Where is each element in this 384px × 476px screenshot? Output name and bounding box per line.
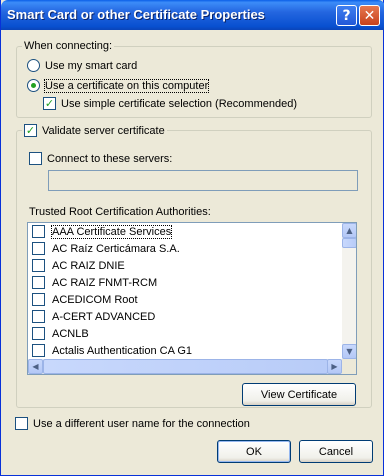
validate-option[interactable]: ✓ Validate server certificate	[22, 124, 167, 137]
ok-label: OK	[246, 445, 262, 458]
list-item-checkbox[interactable]	[32, 276, 45, 289]
vertical-scroll-thumb[interactable]	[342, 238, 356, 248]
validate-label: Validate server certificate	[42, 124, 165, 137]
use-smart-card-option[interactable]: Use my smart card	[27, 59, 137, 72]
list-item-checkbox[interactable]	[32, 327, 45, 340]
trusted-root-list[interactable]: AAA Certificate Services AC Raíz Certicám…	[27, 222, 357, 375]
list-item[interactable]: ACNLB	[28, 325, 342, 342]
different-user-checkbox[interactable]	[15, 417, 28, 430]
list-item-checkbox[interactable]	[32, 310, 45, 323]
scroll-right-button[interactable]: ▶	[327, 359, 342, 374]
list-item-checkbox[interactable]	[32, 225, 45, 238]
list-item-checkbox[interactable]	[32, 259, 45, 272]
list-item[interactable]: Actalis Authentication CA G1	[28, 342, 342, 359]
use-certificate-option[interactable]: Use a certificate on this computer	[27, 78, 210, 93]
use-certificate-label: Use a certificate on this computer	[43, 78, 210, 93]
list-item-label: AC RAIZ FNMT-RCM	[52, 276, 158, 289]
list-item-checkbox[interactable]	[32, 344, 45, 357]
horizontal-scrollbar[interactable]: ◀ ▶	[28, 359, 342, 374]
connect-servers-checkbox[interactable]	[29, 152, 42, 165]
trusted-root-label: Trusted Root Certification Authorities:	[29, 206, 211, 218]
help-button[interactable]: ?	[336, 5, 357, 26]
servers-input[interactable]	[48, 170, 358, 191]
cancel-label: Cancel	[318, 445, 354, 458]
help-icon: ?	[342, 7, 351, 24]
different-user-option[interactable]: Use a different user name for the connec…	[15, 417, 250, 430]
view-certificate-label: View Certificate	[260, 388, 338, 401]
use-certificate-radio[interactable]	[27, 79, 40, 92]
list-item-label: Actalis Authentication CA G1	[52, 344, 193, 357]
connect-servers-option[interactable]: Connect to these servers:	[29, 152, 172, 165]
list-item-label: AC RAIZ DNIE	[52, 259, 125, 272]
connect-servers-label: Connect to these servers:	[47, 152, 173, 165]
list-item[interactable]: AC Raíz Certicámara S.A.	[28, 240, 342, 257]
ok-button[interactable]: OK	[217, 440, 291, 463]
close-button[interactable]: ✕	[359, 5, 380, 26]
use-smart-card-label: Use my smart card	[45, 59, 138, 72]
vertical-scrollbar[interactable]: ▲ ▼	[342, 223, 356, 359]
list-item[interactable]: AAA Certificate Services	[28, 223, 342, 240]
cancel-button[interactable]: Cancel	[299, 440, 373, 463]
list-item-label: ACEDICOM Root	[52, 293, 138, 306]
list-item[interactable]: AC RAIZ FNMT-RCM	[28, 274, 342, 291]
horizontal-scroll-thumb[interactable]	[43, 359, 328, 374]
list-item[interactable]: AC RAIZ DNIE	[28, 257, 342, 274]
validate-checkbox[interactable]: ✓	[24, 124, 37, 137]
list-item-label: ACNLB	[52, 327, 89, 340]
scrollbar-corner	[342, 359, 356, 374]
dialog-window: Smart Card or other Certificate Properti…	[0, 0, 384, 476]
list-item-label: AC Raíz Certicámara S.A.	[52, 242, 180, 255]
trusted-root-items: AAA Certificate Services AC Raíz Certicám…	[28, 223, 342, 359]
list-item[interactable]: A-CERT ADVANCED	[28, 308, 342, 325]
close-icon: ✕	[363, 7, 376, 24]
simple-selection-checkbox[interactable]: ✓	[43, 97, 56, 110]
view-certificate-button[interactable]: View Certificate	[242, 383, 356, 406]
use-smart-card-radio[interactable]	[27, 59, 40, 72]
scroll-left-button[interactable]: ◀	[28, 359, 43, 374]
window-title: Smart Card or other Certificate Properti…	[7, 7, 265, 22]
list-item-label: A-CERT ADVANCED	[52, 310, 156, 323]
scroll-down-button[interactable]: ▼	[342, 344, 356, 359]
list-item-label: AAA Certificate Services	[50, 224, 173, 239]
list-item-checkbox[interactable]	[32, 293, 45, 306]
simple-selection-label: Use simple certificate selection (Recomm…	[61, 97, 297, 110]
title-bar[interactable]: Smart Card or other Certificate Properti…	[1, 0, 384, 30]
simple-selection-option[interactable]: ✓ Use simple certificate selection (Reco…	[43, 97, 297, 110]
list-item-checkbox[interactable]	[32, 242, 45, 255]
scroll-up-button[interactable]: ▲	[342, 223, 356, 238]
list-item[interactable]: ACEDICOM Root	[28, 291, 342, 308]
when-connecting-legend: When connecting:	[22, 40, 115, 52]
different-user-label: Use a different user name for the connec…	[33, 417, 250, 430]
